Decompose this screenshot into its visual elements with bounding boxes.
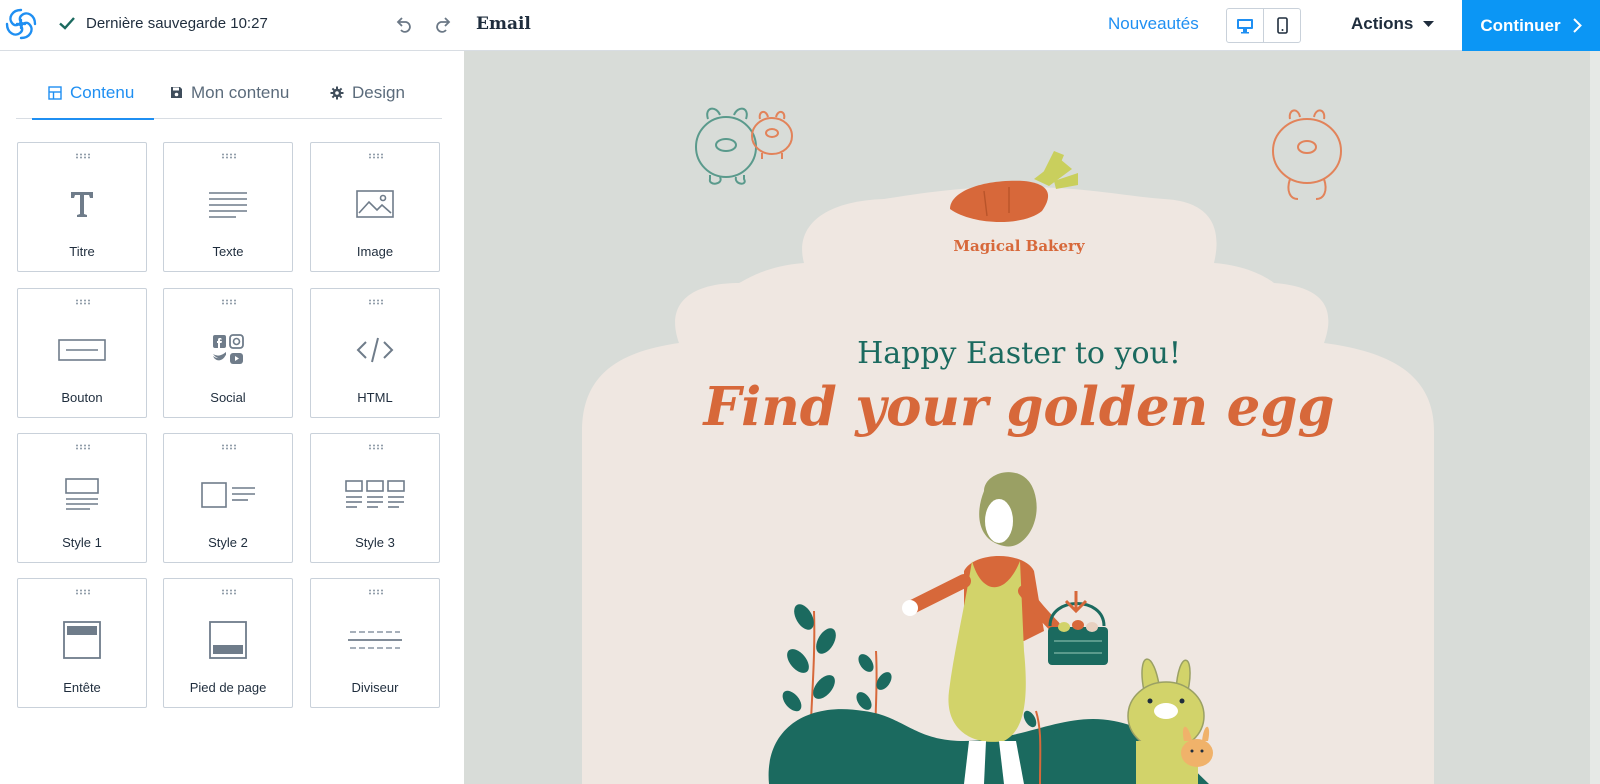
button-icon: [58, 339, 106, 361]
footer-icon: [209, 621, 247, 659]
block-style-2[interactable]: Style 2: [163, 433, 293, 563]
block-label: Style 3: [355, 535, 395, 550]
device-toggle: [1226, 8, 1301, 43]
tab-label: Mon contenu: [191, 83, 290, 102]
title-icon: [71, 192, 93, 217]
bunny-outline-orange-small: [751, 111, 793, 159]
tab-label: Contenu: [70, 83, 135, 102]
drag-handle-icon: [76, 589, 90, 595]
drag-handle-icon: [369, 153, 383, 159]
block-label: Image: [356, 244, 394, 259]
block-html[interactable]: HTML: [310, 288, 440, 418]
brand-name[interactable]: Magical Bakery: [944, 237, 1094, 255]
email-headline[interactable]: Find your golden egg: [664, 376, 1374, 438]
drag-handle-icon: [222, 444, 236, 450]
block-label: Pied de page: [189, 680, 267, 695]
actions-menu[interactable]: Actions: [1351, 14, 1435, 34]
block-label: Style 1: [62, 535, 102, 550]
block-texte[interactable]: Texte: [163, 142, 293, 272]
undo-icon: [396, 17, 411, 33]
drag-handle-icon: [76, 299, 90, 305]
text-icon: [209, 192, 247, 218]
drag-handle-icon: [369, 589, 383, 595]
block-image[interactable]: Image: [310, 142, 440, 272]
gear-icon: [330, 86, 344, 100]
block-bouton[interactable]: Bouton: [17, 288, 147, 418]
logo-icon[interactable]: [3, 6, 39, 42]
continue-label: Continuer: [1480, 15, 1561, 35]
image-icon: [356, 190, 394, 218]
tab-design[interactable]: Design: [330, 83, 405, 119]
style2-icon: [201, 482, 255, 508]
block-social[interactable]: Social: [163, 288, 293, 418]
drag-handle-icon: [222, 589, 236, 595]
block-label: Style 2: [208, 535, 248, 550]
bunny-outline-teal: [695, 107, 757, 185]
undo-button[interactable]: [391, 12, 417, 38]
header-icon: [63, 621, 101, 659]
top-bar: Dernière sauvegarde 10:27 Email Nouveaut…: [0, 0, 1600, 51]
block-label: Diviseur: [351, 680, 399, 695]
tab-contenu[interactable]: Contenu: [32, 83, 154, 120]
mobile-icon: [1276, 17, 1288, 34]
news-link[interactable]: Nouveautés: [1108, 14, 1199, 34]
drag-handle-icon: [369, 444, 383, 450]
redo-button[interactable]: [430, 12, 456, 38]
block-entete[interactable]: Entête: [17, 578, 147, 708]
save-icon: [171, 87, 182, 98]
caret-down-icon: [1423, 20, 1435, 27]
mobile-view-button[interactable]: [1263, 9, 1300, 42]
style1-icon: [65, 478, 99, 510]
save-status-text: Dernière sauvegarde 10:27: [86, 14, 268, 32]
email-canvas[interactable]: Magical Bakery Happy Easter to you! Find…: [464, 51, 1600, 784]
drag-handle-icon: [76, 153, 90, 159]
block-diviseur[interactable]: Diviseur: [310, 578, 440, 708]
drag-handle-icon: [76, 444, 90, 450]
block-label: Titre: [69, 244, 95, 259]
email-greeting[interactable]: Happy Easter to you!: [714, 336, 1324, 371]
sidebar-tabs: Contenu Mon contenu Design: [16, 75, 442, 120]
style3-icon: [345, 480, 405, 508]
bunny-outline-orange-large: [1272, 109, 1342, 200]
save-status: Dernière sauvegarde 10:27: [58, 14, 268, 32]
canvas-scrollbar[interactable]: [1590, 51, 1600, 784]
continue-button[interactable]: Continuer: [1462, 0, 1600, 51]
drag-handle-icon: [369, 299, 383, 305]
tab-mon-contenu[interactable]: Mon contenu: [170, 83, 289, 119]
desktop-view-button[interactable]: [1227, 9, 1263, 42]
document-title: Email: [476, 14, 531, 34]
chevron-right-icon: [1572, 18, 1582, 33]
social-icon: [213, 334, 244, 364]
block-label: Social: [210, 390, 246, 405]
block-style-1[interactable]: Style 1: [17, 433, 147, 563]
block-label: Bouton: [61, 390, 103, 405]
block-label: Texte: [212, 244, 244, 259]
divider-icon: [348, 631, 402, 649]
drag-handle-icon: [222, 153, 236, 159]
html-code-icon: [356, 337, 394, 363]
check-icon: [59, 17, 75, 30]
block-label: HTML: [357, 390, 393, 405]
grid-icon: [48, 86, 62, 100]
tab-label: Design: [352, 83, 405, 102]
block-label: Entête: [63, 680, 101, 695]
desktop-icon: [1237, 18, 1253, 33]
drag-handle-icon: [222, 299, 236, 305]
block-style-3[interactable]: Style 3: [310, 433, 440, 563]
block-titre[interactable]: Titre: [17, 142, 147, 272]
actions-label: Actions: [1351, 14, 1414, 33]
blocks-sidebar: Contenu Mon contenu Design Titre Texte I…: [0, 51, 464, 784]
block-pied-de-page[interactable]: Pied de page: [163, 578, 293, 708]
redo-icon: [436, 17, 451, 33]
